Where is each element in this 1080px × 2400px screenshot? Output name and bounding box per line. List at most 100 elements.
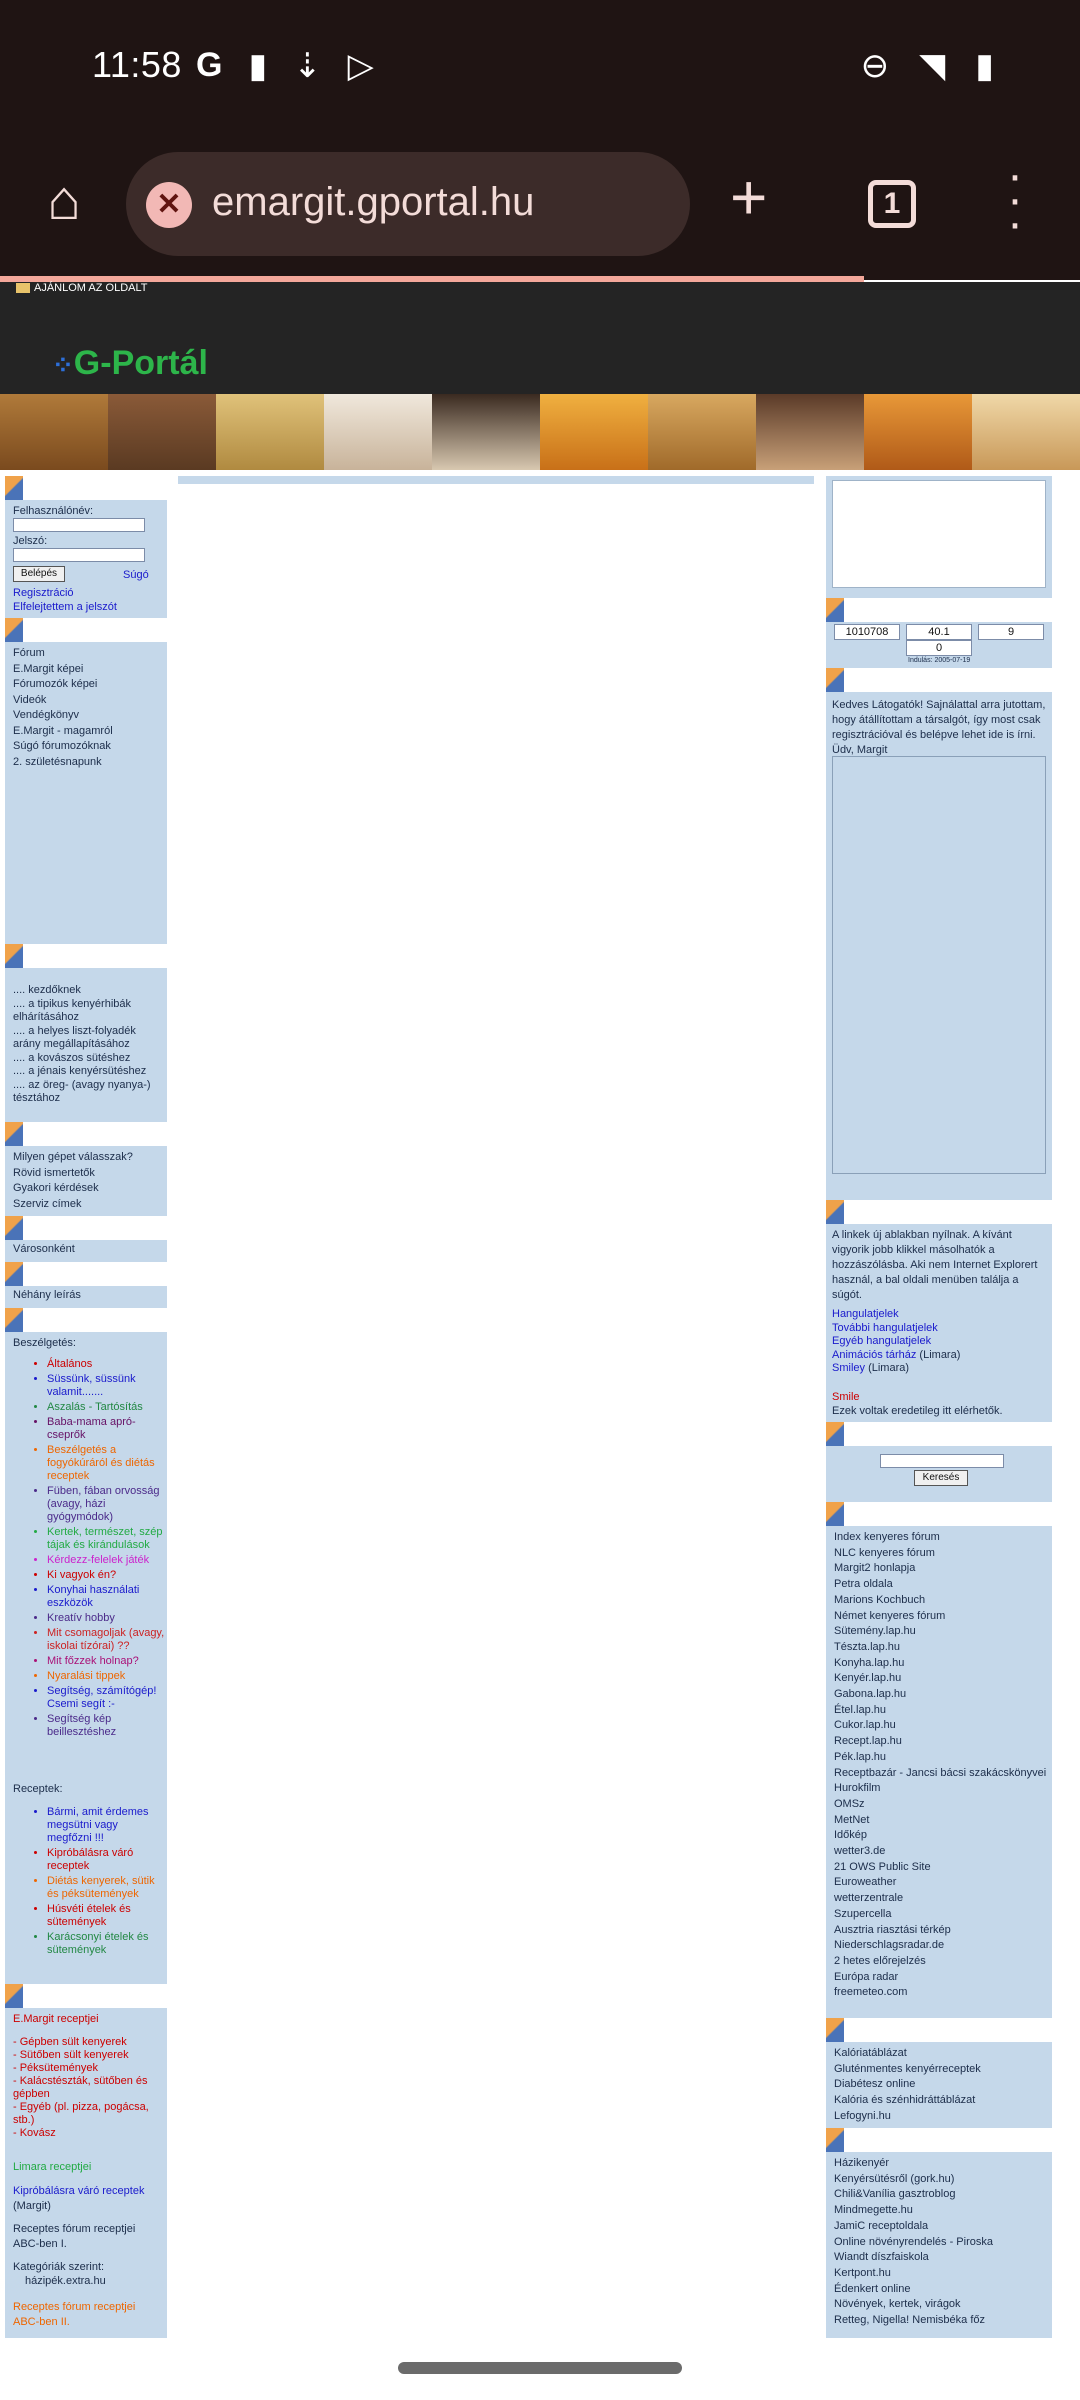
forum-recipe-link[interactable]: Húsvéti ételek és sütemények <box>47 1903 165 1929</box>
forum-topic-link[interactable]: Ki vagyok én? <box>47 1569 165 1582</box>
forum-recipe-link[interactable]: Diétás kenyerek, sütik és péksütemények <box>47 1875 165 1901</box>
web-link[interactable]: Szupercella <box>834 1907 1048 1923</box>
web-link[interactable]: OMSz <box>834 1797 1048 1813</box>
forum-topic-link[interactable]: Aszalás - Tartósítás <box>47 1401 165 1414</box>
smiley-link[interactable]: Animációs tárház <box>832 1349 916 1361</box>
beginner-link[interactable]: .... kezdőknek <box>13 984 163 998</box>
other-link[interactable]: Házikenyér <box>834 2156 1048 2172</box>
web-link[interactable]: MetNet <box>834 1813 1048 1829</box>
gportal-logo[interactable]: ⁘G-Portál <box>52 344 208 383</box>
smiley-link[interactable]: További hangulatjelek <box>832 1322 938 1334</box>
login-button[interactable]: Belépés <box>13 566 65 582</box>
smiley-link[interactable]: Egyéb hangulatjelek <box>832 1335 931 1347</box>
forum-topic-link[interactable]: Konyhai használati eszközök <box>47 1584 165 1610</box>
other-link[interactable]: Kertpont.hu <box>834 2266 1048 2282</box>
other-link[interactable]: Chili&Vanília gasztroblog <box>834 2187 1048 2203</box>
forum-topic-link[interactable]: Füben, fában orvosság (avagy, házi gyógy… <box>47 1485 165 1524</box>
nav-item[interactable]: Fórum <box>13 646 163 662</box>
web-link[interactable]: Ausztria riasztási térkép <box>834 1923 1048 1939</box>
other-link[interactable]: Édenkert online <box>834 2282 1048 2298</box>
diet-link[interactable]: Diabétesz online <box>834 2077 1048 2093</box>
web-link[interactable]: Időkép <box>834 1828 1048 1844</box>
forum-recipe-link[interactable]: Bármi, amit érdemes megsütni vagy megfőz… <box>47 1806 165 1845</box>
other-link[interactable]: Mindmegette.hu <box>834 2203 1048 2219</box>
forgot-password-link[interactable]: Elfelejtettem a jelszót <box>13 600 117 615</box>
web-link[interactable]: Tészta.lap.hu <box>834 1640 1048 1656</box>
diet-link[interactable]: Kalória és szénhidráttáblázat <box>834 2093 1048 2109</box>
machine-link[interactable]: Szerviz címek <box>13 1197 163 1213</box>
gesture-navigation-bar[interactable] <box>398 2362 682 2374</box>
forum-topic-link[interactable]: Segítség, számítógép! Csemi segít :- <box>47 1685 165 1711</box>
web-link[interactable]: NLC kenyeres fórum <box>834 1546 1048 1562</box>
web-link[interactable]: Pék.lap.hu <box>834 1750 1048 1766</box>
forum-topic-link[interactable]: Kreatív hobby <box>47 1612 165 1625</box>
web-link[interactable]: Kenyér.lap.hu <box>834 1671 1048 1687</box>
web-link[interactable]: Index kenyeres fórum <box>834 1530 1048 1546</box>
forum-topic-link[interactable]: Kertek, természet, szép tájak és kirándu… <box>47 1526 165 1552</box>
recipe-category-link[interactable]: - Kalácstészták, sütőben és gépben <box>13 2075 163 2101</box>
home-icon[interactable]: ⌂ <box>36 172 92 228</box>
forum-topic-link[interactable]: Beszélgetés a fogyókúráról és diétás rec… <box>47 1444 165 1483</box>
abc2-link[interactable]: Receptes fórum receptjei ABC-ben II. <box>13 2300 163 2330</box>
forum-recipe-link[interactable]: Kipróbálásra váró receptek <box>47 1847 165 1873</box>
abc1-link[interactable]: Receptes fórum receptjei ABC-ben I. <box>13 2222 163 2252</box>
hazipek-link[interactable]: házipék.extra.hu <box>25 2274 165 2289</box>
web-link[interactable]: Niederschlagsradar.de <box>834 1938 1048 1954</box>
limara-link[interactable]: Limara receptjei <box>13 2160 91 2175</box>
forum-topic-link[interactable]: Kérdezz-felelek játék <box>47 1554 165 1567</box>
diet-link[interactable]: Lefogyni.hu <box>834 2109 1048 2125</box>
smiley-link[interactable]: Smiley <box>832 1362 865 1374</box>
web-link[interactable]: 2 hetes előrejelzés <box>834 1954 1048 1970</box>
web-link[interactable]: Német kenyeres fórum <box>834 1609 1048 1625</box>
beginner-link[interactable]: .... az öreg- (avagy nyanya-) tésztához <box>13 1079 163 1106</box>
forum-topic-link[interactable]: Általános <box>47 1358 165 1371</box>
address-bar[interactable]: ✕ emargit.gportal.hu <box>126 152 690 256</box>
tab-switcher-button[interactable]: 1 <box>868 180 916 228</box>
overflow-menu-icon[interactable]: · · · <box>1000 152 1030 248</box>
new-tab-icon[interactable]: + <box>730 162 767 232</box>
other-link[interactable]: Kenyérsütésről (gork.hu) <box>834 2172 1048 2188</box>
machine-link[interactable]: Rövid ismertetők <box>13 1166 163 1182</box>
beginner-link[interactable]: .... a kovászos sütéshez <box>13 1052 163 1066</box>
smile-link[interactable]: Smile <box>832 1390 860 1405</box>
beginner-link[interactable]: .... a jénais kenyérsütéshez <box>13 1065 163 1079</box>
nav-item[interactable]: Videók <box>13 693 163 709</box>
nav-item[interactable]: E.Margit képei <box>13 662 163 678</box>
chat-box[interactable] <box>832 756 1046 1174</box>
smiley-link[interactable]: Hangulatjelek <box>832 1308 899 1320</box>
web-link[interactable]: Gabona.lap.hu <box>834 1687 1048 1703</box>
register-link[interactable]: Regisztráció <box>13 586 74 601</box>
nav-item[interactable]: 2. születésnapunk <box>13 755 163 771</box>
other-link[interactable]: Retteg, Nigella! Nemisbéka főz <box>834 2313 1048 2329</box>
password-input[interactable] <box>13 548 145 562</box>
search-input[interactable] <box>880 1454 1004 1468</box>
web-link[interactable]: Margit2 honlapja <box>834 1561 1048 1577</box>
other-link[interactable]: Online növényrendelés - Piroska <box>834 2235 1048 2251</box>
recipe-category-link[interactable]: - Péksütemények <box>13 2062 163 2075</box>
username-input[interactable] <box>13 518 145 532</box>
web-link[interactable]: Euroweather <box>834 1875 1048 1891</box>
recipe-category-link[interactable]: - Gépben sült kenyerek <box>13 2036 163 2049</box>
diet-link[interactable]: Kalóriatáblázat <box>834 2046 1048 2062</box>
cities-link[interactable]: Városonként <box>13 1242 75 1257</box>
beginner-link[interactable]: .... a tipikus kenyérhibák elhárításához <box>13 998 163 1025</box>
web-link[interactable]: Sütemény.lap.hu <box>834 1624 1048 1640</box>
forum-topic-link[interactable]: Nyaralási tippek <box>47 1670 165 1683</box>
recipe-category-link[interactable]: - Sütőben sült kenyerek <box>13 2049 163 2062</box>
nav-item[interactable]: Vendégkönyv <box>13 708 163 724</box>
other-link[interactable]: JamiC receptoldala <box>834 2219 1048 2235</box>
beginner-link[interactable]: .... a helyes liszt-folyadék arány megál… <box>13 1025 163 1052</box>
machine-link[interactable]: Milyen gépet válasszak? <box>13 1150 163 1166</box>
web-link[interactable]: Cukor.lap.hu <box>834 1718 1048 1734</box>
forum-topic-link[interactable]: Mit főzzek holnap? <box>47 1655 165 1668</box>
machine-link[interactable]: Gyakori kérdések <box>13 1181 163 1197</box>
recommend-link[interactable]: AJÁNLOM AZ OLDALT <box>16 282 148 294</box>
recipe-category-link[interactable]: - Egyéb (pl. pizza, pogácsa, stb.) <box>13 2101 163 2127</box>
nav-item[interactable]: Fórumozók képei <box>13 677 163 693</box>
web-link[interactable]: Marions Kochbuch <box>834 1593 1048 1609</box>
nav-item[interactable]: E.Margit - magamról <box>13 724 163 740</box>
waiting-recipes-link[interactable]: Kipróbálásra váró receptek <box>13 2185 144 2197</box>
forum-recipe-link[interactable]: Karácsonyi ételek és sütemények <box>47 1931 165 1957</box>
other-link[interactable]: Wiandt díszfaiskola <box>834 2250 1048 2266</box>
web-link[interactable]: 21 OWS Public Site <box>834 1860 1048 1876</box>
